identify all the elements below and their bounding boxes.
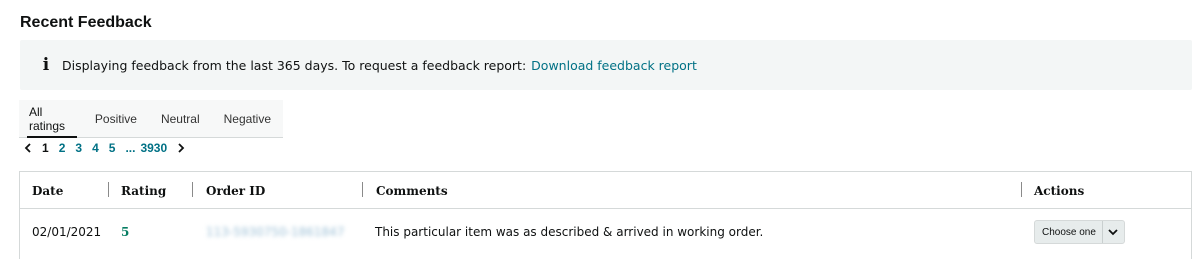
chevron-down-icon [1103, 228, 1124, 236]
row-date: 02/01/2021 [32, 225, 102, 239]
row-rating: 5 [121, 225, 130, 239]
page-link-last[interactable]: 3930 [140, 141, 167, 155]
actions-dropdown-label: Choose one [1042, 226, 1096, 238]
row-order-id[interactable]: 113-5930750-1861847 [206, 210, 344, 254]
header-comments[interactable]: Comments [376, 172, 448, 209]
table-header: Date Rating Order ID Comments Actions [20, 172, 1191, 209]
actions-dropdown[interactable]: Choose one [1034, 220, 1125, 244]
column-divider [1021, 182, 1022, 197]
section-title: Recent Feedback [20, 14, 152, 31]
tab-negative[interactable]: Negative [212, 100, 283, 137]
rating-tabs: All ratings Positive Neutral Negative [19, 100, 283, 138]
tab-all-ratings[interactable]: All ratings [19, 100, 83, 138]
download-report-link[interactable]: Download feedback report [531, 58, 697, 73]
chevron-right-icon[interactable] [177, 141, 185, 156]
header-actions: Actions [1034, 183, 1085, 198]
page-link-4[interactable]: 4 [92, 141, 99, 155]
column-divider [108, 182, 109, 197]
pagination: 1 2 3 4 5 ... 3930 [24, 140, 195, 156]
row-comment: This particular item was as described & … [375, 225, 764, 239]
header-date[interactable]: Date [32, 172, 63, 209]
info-text: Displaying feedback from the last 365 da… [62, 57, 527, 73]
info-banner: i Displaying feedback from the last 365 … [20, 40, 1192, 90]
page-link-2[interactable]: 2 [59, 141, 66, 155]
tab-positive[interactable]: Positive [83, 100, 149, 137]
page-link-1[interactable]: 1 [42, 141, 49, 155]
column-divider [192, 182, 193, 197]
header-order-id[interactable]: Order ID [206, 172, 265, 209]
page-link-3[interactable]: 3 [75, 141, 82, 155]
column-divider [362, 182, 363, 197]
header-rating[interactable]: Rating [121, 172, 166, 209]
table-row: 02/01/2021 5 113-5930750-1861847 This pa… [20, 210, 1191, 254]
tab-neutral[interactable]: Neutral [149, 100, 212, 137]
chevron-left-icon[interactable] [24, 141, 32, 156]
page-ellipsis: ... [125, 141, 136, 155]
page-link-5[interactable]: 5 [109, 141, 116, 155]
info-icon: i [42, 54, 50, 75]
feedback-table: Date Rating Order ID Comments Actions 02… [19, 171, 1192, 259]
